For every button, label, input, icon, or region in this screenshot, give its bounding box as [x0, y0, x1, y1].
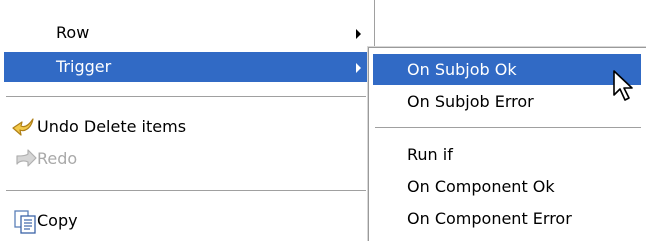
context-menu-screen: Row Trigger Undo Delete items Redo Copy … — [0, 0, 646, 241]
menu-item-label: Row — [56, 23, 90, 42]
menu-item-undo[interactable]: Undo Delete items — [4, 112, 370, 142]
copy-icon — [14, 210, 36, 234]
menu-separator — [6, 96, 366, 97]
submenu-item-on-subjob-ok[interactable]: On Subjob Ok — [373, 54, 641, 85]
submenu-arrow-icon — [356, 29, 361, 39]
undo-arrow-icon — [12, 118, 34, 136]
submenu-item-label: On Subjob Ok — [407, 60, 517, 79]
submenu-item-on-subjob-error[interactable]: On Subjob Error — [373, 86, 641, 117]
submenu-item-label: On Component Ok — [407, 177, 555, 196]
submenu-item-run-if[interactable]: Run if — [373, 139, 641, 170]
menu-item-row[interactable]: Row — [4, 18, 370, 48]
submenu-item-label: Run if — [407, 145, 453, 164]
menu-item-label: Undo Delete items — [37, 117, 187, 136]
menu-item-label: Trigger — [56, 57, 112, 76]
redo-arrow-icon — [16, 149, 37, 167]
submenu-item-on-component-error[interactable]: On Component Error — [373, 203, 641, 234]
menu-separator — [6, 190, 366, 191]
submenu-separator — [375, 127, 641, 128]
mouse-pointer-icon — [613, 70, 633, 101]
menu-item-redo: Redo — [4, 144, 370, 174]
submenu-item-on-component-ok[interactable]: On Component Ok — [373, 171, 641, 202]
trigger-submenu: On Subjob Ok On Subjob Error Run if On C… — [368, 47, 646, 241]
menu-item-label: Redo — [37, 149, 78, 168]
context-menu: Row Trigger Undo Delete items Redo Copy — [0, 0, 375, 241]
menu-item-copy[interactable]: Copy — [4, 206, 370, 236]
submenu-item-label: On Component Error — [407, 209, 572, 228]
menu-item-trigger[interactable]: Trigger — [4, 52, 370, 82]
submenu-item-label: On Subjob Error — [407, 92, 534, 111]
submenu-arrow-icon — [356, 63, 361, 73]
menu-item-label: Copy — [37, 211, 78, 230]
